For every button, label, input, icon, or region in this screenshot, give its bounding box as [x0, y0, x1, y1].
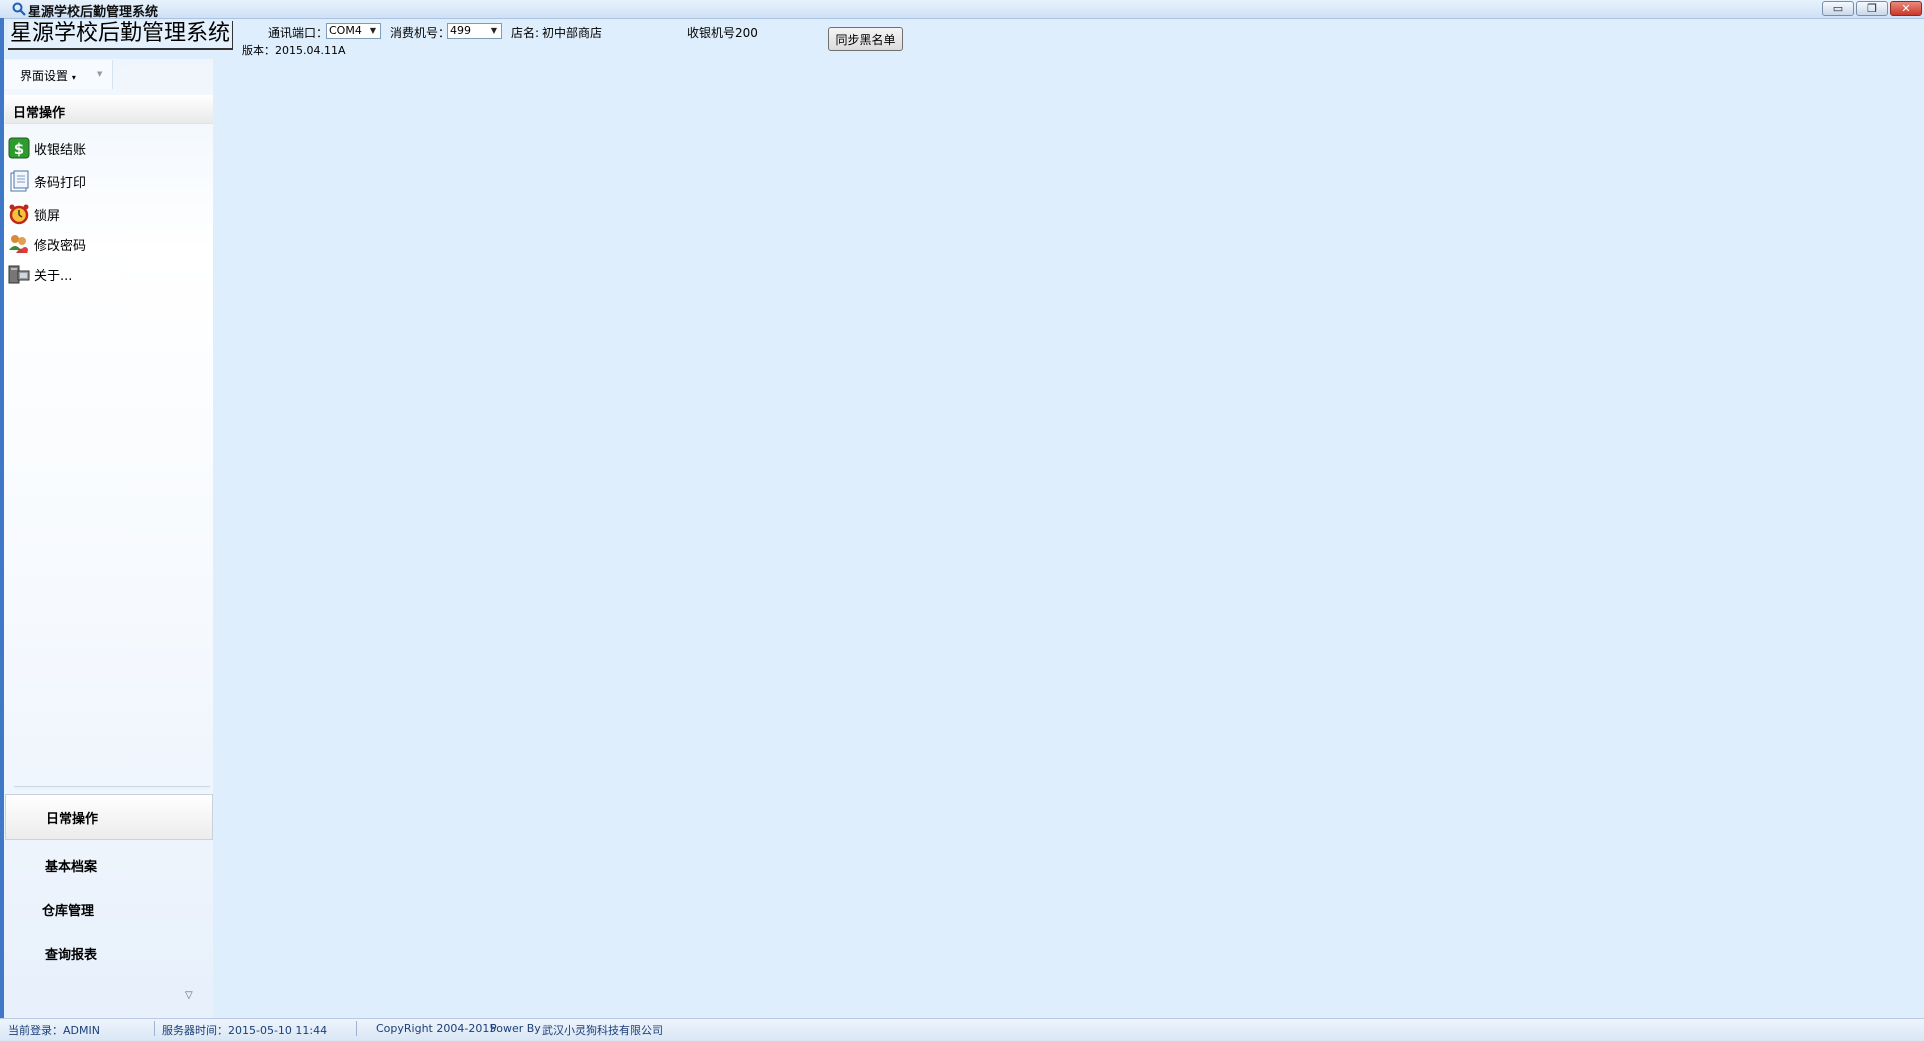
category-label: 查询报表 — [45, 947, 98, 963]
app-title: 星源学校后勤管理系统 — [8, 21, 234, 50]
version-text: 版本：2015.04.11A — [242, 44, 346, 57]
sync-blacklist-button[interactable]: 同步黑名单 — [828, 27, 903, 51]
category-label: 日常操作 — [46, 811, 99, 827]
svg-text:$: $ — [14, 140, 24, 158]
users-key-icon — [8, 233, 30, 255]
nav-item-barcode-print[interactable]: 条码打印 — [8, 169, 198, 193]
window-title: 星源学校后勤管理系统 — [28, 5, 159, 20]
computer-icon — [8, 263, 30, 285]
nav-item-label: 条码打印 — [34, 175, 87, 191]
nav-item-checkout[interactable]: $ 收银结账 — [8, 136, 198, 160]
store-name: 初中部商店 — [542, 26, 603, 40]
minimize-button[interactable]: ▭ — [1822, 1, 1854, 16]
copyright: CopyRight 2004-2015 — [376, 1022, 497, 1035]
close-icon: ✕ — [1901, 2, 1911, 15]
chevron-down-icon[interactable]: ▽ — [185, 990, 193, 1001]
terminal-select[interactable]: 499 ▼ — [447, 23, 502, 39]
nav-item-label: 收银结账 — [34, 142, 87, 158]
minimize-icon: ▭ — [1832, 2, 1844, 15]
nav-item-about[interactable]: 关于... — [8, 262, 198, 286]
status-divider — [154, 1021, 155, 1036]
window-titlebar[interactable] — [0, 0, 1924, 19]
category-label: 仓库管理 — [42, 903, 95, 919]
nav-item-change-password[interactable]: 修改密码 — [8, 232, 198, 256]
document-icon — [8, 170, 30, 192]
port-value: COM4 — [329, 24, 362, 37]
company-link[interactable]: 武汉小灵狗科技有限公司 — [542, 1022, 663, 1038]
alarm-clock-icon — [8, 203, 30, 225]
nav-item-label: 修改密码 — [34, 238, 87, 254]
nav-item-label: 锁屏 — [34, 208, 61, 224]
terminal-label: 消费机号： — [390, 26, 451, 40]
category-reports[interactable]: 查询报表 — [5, 930, 213, 976]
cashier-number: 收银机号200 — [687, 26, 758, 40]
category-basic-records[interactable]: 基本档案 — [5, 842, 213, 888]
dollar-icon: $ — [8, 137, 30, 159]
nav-divider — [14, 786, 210, 787]
close-button[interactable]: ✕ — [1890, 1, 1922, 16]
ui-settings-label: 界面设置 — [20, 69, 69, 83]
port-label: 通讯端口： — [268, 26, 329, 40]
ui-settings-menu[interactable]: 界面设置 ▾ — [20, 67, 76, 84]
restore-button[interactable]: ❐ — [1856, 1, 1888, 16]
search-app-icon — [12, 2, 26, 16]
status-divider — [356, 1021, 357, 1036]
store-label: 店名: — [511, 26, 540, 40]
powered-by: Power By — [490, 1022, 541, 1035]
nav-item-label: 关于... — [34, 268, 73, 284]
dropdown-arrow-icon[interactable]: ▼ — [97, 70, 102, 78]
current-user: 当前登录：ADMIN — [8, 1024, 100, 1037]
nav-item-lock-screen[interactable]: 锁屏 — [8, 202, 198, 226]
port-select[interactable]: COM4 ▼ — [326, 23, 381, 39]
chevron-down-icon: ▼ — [490, 26, 498, 35]
caret-down-icon: ▾ — [71, 73, 76, 82]
category-label: 基本档案 — [45, 859, 98, 875]
nav-group-title: 日常操作 — [13, 106, 66, 121]
chevron-down-icon: ▼ — [369, 26, 377, 35]
category-warehouse[interactable]: 仓库管理 — [5, 886, 213, 932]
restore-icon: ❐ — [1867, 2, 1877, 15]
terminal-value: 499 — [450, 24, 471, 37]
category-daily-operations[interactable]: 日常操作 — [5, 794, 213, 840]
server-time: 服务器时间：2015-05-10 11:44 — [162, 1024, 328, 1037]
